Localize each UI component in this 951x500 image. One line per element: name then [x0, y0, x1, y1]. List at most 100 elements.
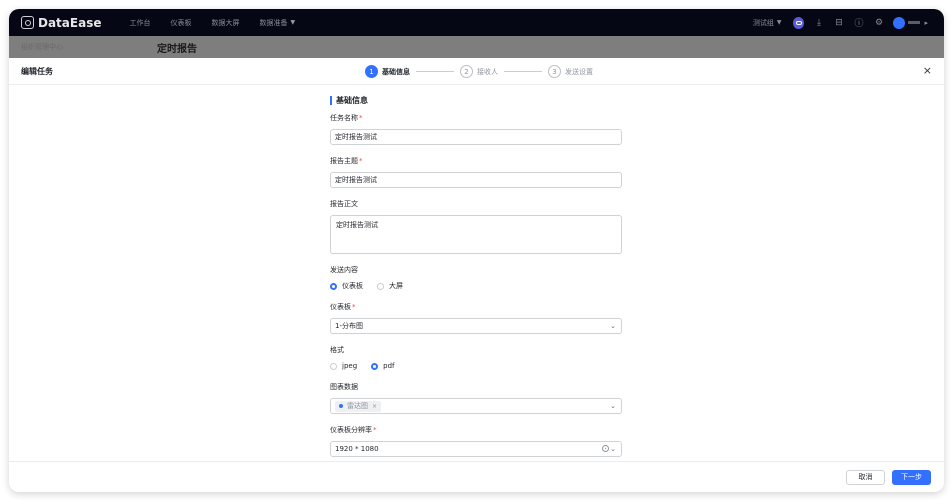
radio-unchecked-icon	[330, 362, 337, 370]
radio-label: pdf	[383, 362, 395, 370]
radio-checked-icon	[371, 362, 379, 370]
step-basic-info: 1 基础信息	[365, 65, 410, 78]
nav-item-dashboard[interactable]: 仪表板	[170, 18, 191, 28]
step-label: 接收人	[477, 67, 498, 76]
nav-label: 仪表板	[170, 18, 192, 27]
nav-label: 数据大屏	[211, 18, 240, 27]
radio-checked-icon	[330, 282, 337, 290]
send-content-label: 发送内容	[330, 266, 358, 274]
step-label: 发送设置	[565, 67, 593, 76]
nav-item-data-screen[interactable]: 数据大屏	[211, 18, 239, 28]
step-send-settings: 3 发送设置	[548, 65, 593, 78]
brand-name: DataEase	[38, 15, 102, 30]
top-right-tools: 测试组 ▼ ⤓ ⊟ ⓘ ⚙ ▸	[753, 16, 928, 29]
app-window: DataEase 工作台 仪表板 数据大屏 数据准备 ▼ 测试组 ▼ ⤓ ⊟ ⓘ ⚙…	[9, 9, 944, 492]
dashboard-label: 仪表板*	[330, 303, 622, 312]
basic-info-form: 基础信息 任务名称* 定时报告测试 报告主题* 定时报告测试 报告正文 定时报告…	[330, 96, 622, 469]
resolution-label: 仪表板分辨率*	[330, 426, 622, 435]
ai-assistant-icon	[793, 16, 805, 29]
chevron-down-icon: ⌄	[610, 402, 616, 410]
radio-data-screen[interactable]: 大屏	[377, 281, 403, 291]
select-value: 1-分布图	[335, 322, 363, 330]
task-name-input[interactable]: 定时报告测试	[330, 129, 622, 145]
chart-data-label: 图表数据	[330, 383, 358, 391]
nav-label: 工作台	[129, 18, 151, 27]
required-mark: *	[373, 426, 377, 434]
chart-data-select[interactable]: 雷达图 × ⌄	[330, 398, 622, 414]
label-text: 报告主题	[330, 157, 358, 165]
step-label: 基础信息	[382, 67, 410, 76]
chevron-down-icon: ⌄	[610, 445, 616, 453]
download-icon[interactable]: ⤓	[813, 17, 824, 28]
format-radio-group: jpeg pdf	[330, 361, 622, 371]
group-select-label: 测试组	[752, 18, 774, 27]
radio-jpeg[interactable]: jpeg	[330, 362, 357, 370]
input-value: 定时报告测试	[336, 221, 378, 229]
page-title: 定时报告	[157, 43, 197, 55]
radio-label: jpeg	[342, 362, 358, 370]
user-avatar[interactable]	[893, 16, 906, 29]
report-subject-input[interactable]: 定时报告测试	[330, 172, 622, 188]
selected-tag: 雷达图 ×	[335, 400, 382, 412]
sub-header: 组织管理中心 定时报告	[9, 36, 944, 58]
step-connector	[416, 71, 454, 72]
step-number: 3	[548, 65, 561, 78]
caret-down-icon: ▼	[776, 19, 782, 26]
nav-label: 数据准备	[259, 18, 288, 27]
tag-label: 雷达图	[347, 402, 368, 410]
clear-icon[interactable]: •	[602, 445, 609, 452]
tag-dot-icon	[339, 404, 343, 408]
radio-pdf[interactable]: pdf	[371, 362, 395, 370]
ai-assistant-button[interactable]	[793, 16, 805, 29]
user-menu-flag-icon[interactable]: ▸	[924, 19, 928, 27]
input-value: 定时报告测试	[335, 133, 377, 141]
label-text: 任务名称	[330, 114, 358, 122]
resolution-select[interactable]: 1920 * 1080 • ⌄	[330, 441, 622, 457]
step-indicator: 1 基础信息 2 接收人 3 发送设置	[365, 65, 593, 78]
caret-down-icon: ▼	[290, 19, 296, 26]
user-name-redacted	[908, 21, 921, 24]
input-value: 定时报告测试	[335, 176, 377, 184]
drawer-title: 编辑任务	[21, 66, 53, 76]
required-mark: *	[359, 114, 363, 122]
cancel-button[interactable]: 取消	[846, 469, 885, 485]
drawer-header: 编辑任务 1 基础信息 2 接收人 3 发送设置 ×	[9, 58, 944, 85]
group-select[interactable]: 测试组 ▼	[753, 18, 782, 28]
edit-task-drawer: 编辑任务 1 基础信息 2 接收人 3 发送设置 × 基础信息 任务名称* 定时…	[9, 58, 944, 492]
help-icon[interactable]: ⓘ	[853, 17, 864, 29]
radio-unchecked-icon	[377, 282, 384, 290]
brand-logo[interactable]: DataEase	[21, 16, 101, 30]
nav-item-data-prep[interactable]: 数据准备 ▼	[259, 18, 295, 28]
next-step-button[interactable]: 下一步	[892, 469, 931, 485]
section-title: 基础信息	[330, 96, 622, 105]
drawer-footer: 取消 下一步	[9, 461, 944, 492]
radio-label: 大屏	[389, 282, 403, 290]
select-value: 1920 * 1080	[335, 445, 379, 453]
report-body-textarea[interactable]: 定时报告测试	[330, 215, 622, 254]
format-label: 格式	[330, 346, 344, 354]
dataease-logo-icon	[21, 16, 34, 29]
close-icon[interactable]: ×	[923, 64, 932, 77]
step-recipients: 2 接收人	[460, 65, 498, 78]
task-name-label: 任务名称*	[330, 114, 622, 123]
top-navbar: DataEase 工作台 仪表板 数据大屏 数据准备 ▼ 测试组 ▼ ⤓ ⊟ ⓘ ⚙…	[9, 9, 944, 36]
radio-label: 仪表板	[342, 282, 363, 290]
org-center-link[interactable]: 组织管理中心	[21, 42, 157, 52]
tag-remove-icon[interactable]: ×	[372, 403, 377, 410]
settings-icon[interactable]: ⚙	[873, 17, 884, 28]
send-content-radio-group: 仪表板 大屏	[330, 281, 622, 291]
dashboard-select[interactable]: 1-分布图 ⌄	[330, 318, 622, 334]
report-body-label: 报告正文	[330, 200, 358, 208]
required-mark: *	[352, 303, 356, 311]
step-connector	[504, 71, 542, 72]
nav-item-workbench[interactable]: 工作台	[129, 18, 150, 28]
required-mark: *	[359, 157, 363, 165]
step-number: 1	[365, 65, 378, 78]
label-text: 仪表板分辨率	[330, 426, 372, 434]
toolbox-icon[interactable]: ⊟	[833, 17, 844, 28]
radio-dashboard[interactable]: 仪表板	[330, 281, 363, 291]
chevron-down-icon: ⌄	[610, 322, 616, 330]
label-text: 仪表板	[330, 303, 351, 311]
step-number: 2	[460, 65, 473, 78]
report-subject-label: 报告主题*	[330, 157, 622, 166]
